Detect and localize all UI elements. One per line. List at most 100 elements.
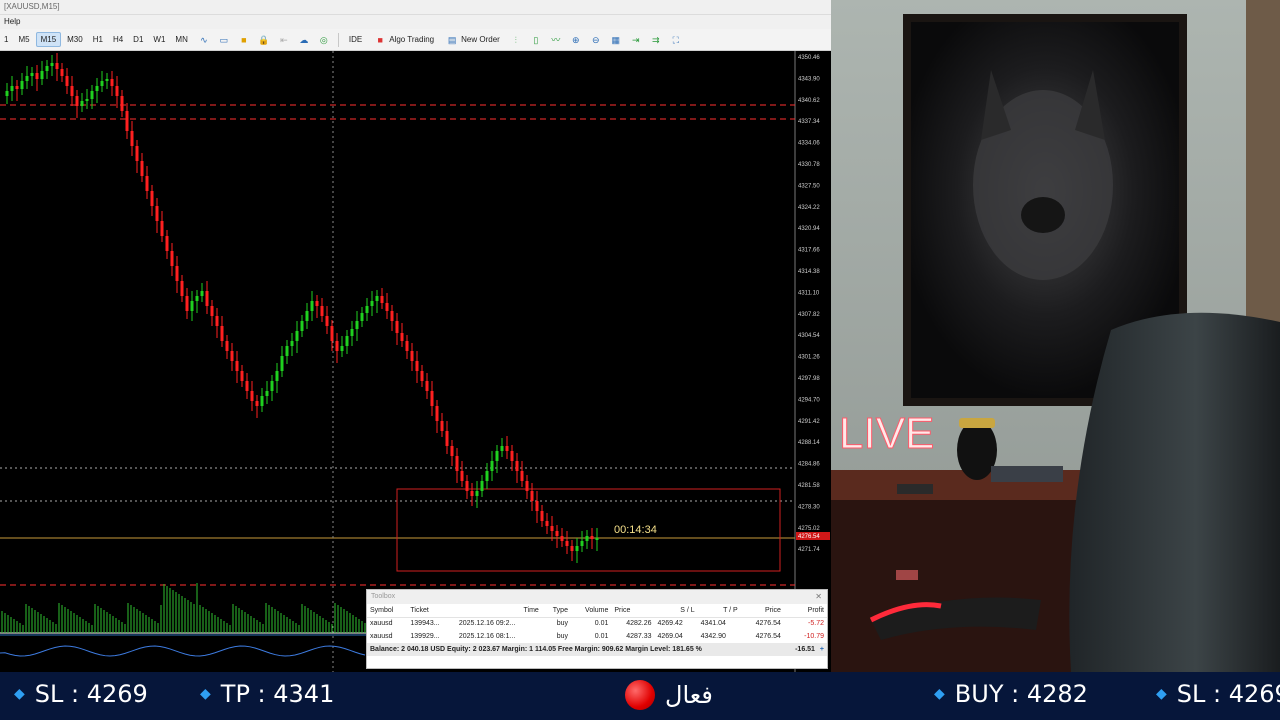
col-time[interactable]: Time: [455, 604, 542, 618]
zoom-in-icon[interactable]: ⊕: [570, 34, 582, 46]
indicators-icon[interactable]: ∿: [198, 34, 210, 46]
lock-icon[interactable]: 🔒: [258, 34, 270, 46]
candle-body: [415, 361, 419, 371]
toolbox-title: Toolbox: [371, 593, 396, 600]
candle-body: [475, 491, 479, 496]
autoscroll-icon[interactable]: ⇤: [278, 34, 290, 46]
timeframe-h1[interactable]: H1: [89, 33, 107, 46]
signals-icon[interactable]: ◎: [318, 34, 330, 46]
close-icon[interactable]: ✕: [815, 592, 822, 601]
price-tick-label: 4307.82: [798, 312, 820, 318]
col-symbol[interactable]: Symbol: [367, 604, 408, 618]
candle-body: [585, 536, 589, 541]
row-sl[interactable]: 4269.04: [655, 630, 698, 643]
col-profit[interactable]: Profit: [783, 604, 827, 618]
timeframe-h4[interactable]: H4: [109, 33, 127, 46]
price-tick-label: 4340.62: [798, 98, 820, 104]
objects-icon[interactable]: ▭: [218, 34, 230, 46]
timeframe-m5[interactable]: M5: [14, 33, 33, 46]
candle-body: [300, 321, 304, 331]
price-tick-label: 4288.14: [798, 440, 820, 446]
cloud-icon[interactable]: ☁: [298, 34, 310, 46]
row-current-price: 4276.54: [755, 620, 781, 628]
price-tick-label: 4320.94: [798, 226, 820, 232]
candle-body: [225, 341, 229, 351]
col-price[interactable]: Price: [611, 604, 655, 618]
ticker-sl-1: ◆ SL : 4269: [14, 680, 148, 708]
candle-body: [575, 546, 579, 551]
col-ticket[interactable]: Ticket: [407, 604, 456, 618]
ticker-status-text: فعال: [665, 681, 713, 709]
screenshot-icon[interactable]: ⛶: [670, 34, 682, 46]
candle-body: [365, 306, 369, 313]
col-current-price[interactable]: Price: [740, 604, 784, 618]
neon-live-sign: LIVE: [839, 409, 934, 458]
row-tp[interactable]: 4341.04: [698, 617, 741, 630]
candle-body: [85, 99, 89, 101]
templates-icon[interactable]: ■: [238, 34, 250, 46]
price-chart[interactable]: 4350.46 4343.90 4340.62 4337.34 4334.06 4330.…: [0, 51, 831, 672]
candle-body: [40, 71, 44, 79]
row-volume: 0.01: [594, 633, 609, 640]
candle-body: [395, 321, 399, 333]
current-price-label: 4276.54: [798, 534, 820, 540]
price-tick-label: 4291.42: [798, 419, 820, 425]
timeframe-d1[interactable]: D1: [129, 33, 147, 46]
candlestick-icon[interactable]: ▯: [530, 34, 542, 46]
ide-button[interactable]: IDE: [343, 33, 368, 46]
menu-help[interactable]: Help: [4, 17, 20, 26]
chart-shift-icon[interactable]: ⇥: [630, 34, 642, 46]
candle-body: [400, 333, 404, 341]
col-tp[interactable]: T / P: [697, 604, 741, 618]
timeframe-1[interactable]: 1: [0, 33, 12, 46]
price-tick-label: 4327.50: [798, 183, 820, 189]
candle-body: [200, 291, 204, 296]
timeframe-w1[interactable]: W1: [149, 33, 169, 46]
table-row[interactable]: xauusd 139943... 2025.12.16 09:2... buy …: [367, 617, 827, 630]
timeframe-mn[interactable]: MN: [171, 33, 191, 46]
line-chart-icon[interactable]: 〰: [550, 34, 562, 46]
col-sl[interactable]: S / L: [654, 604, 698, 618]
candle-body: [205, 291, 209, 306]
algo-trading-button[interactable]: ■ Algo Trading: [368, 32, 440, 48]
toolbox-panel: Toolbox ✕ Symbol Ticket Time Type Volume…: [366, 589, 828, 669]
candle-body: [555, 531, 559, 536]
table-row[interactable]: xauusd 139929... 2025.12.16 08:1... buy …: [367, 630, 827, 643]
candle-body: [35, 73, 39, 79]
timeframe-m15[interactable]: M15: [35, 32, 62, 47]
candle-body: [160, 221, 164, 236]
row-tp[interactable]: 4342.90: [698, 630, 741, 643]
chart-autoscroll-icon[interactable]: ⇉: [650, 34, 662, 46]
candle-body: [215, 316, 219, 326]
grid-icon[interactable]: ▦: [610, 34, 622, 46]
zoom-out-icon[interactable]: ⊖: [590, 34, 602, 46]
candle-body: [350, 329, 354, 336]
ide-label: IDE: [348, 35, 363, 44]
candle-body: [495, 451, 499, 461]
timeframe-m30[interactable]: M30: [63, 33, 87, 46]
candle-body: [195, 296, 199, 301]
balance-line: Balance: 2 040.18 USD Equity: 2 023.67 M…: [370, 646, 702, 653]
col-type[interactable]: Type: [541, 604, 571, 618]
price-tick-label: 4284.86: [798, 462, 820, 468]
new-order-button[interactable]: ▤ New Order: [440, 32, 506, 48]
candle-body: [325, 316, 329, 326]
row-price: 4282.26: [626, 620, 652, 628]
candle-body: [450, 446, 454, 456]
candle-body: [20, 81, 24, 89]
price-tick-label: 4275.02: [798, 526, 820, 532]
candle-body: [50, 63, 54, 66]
price-tick-label: 4334.06: [798, 141, 820, 147]
candle-body: [595, 538, 599, 540]
row-symbol: xauusd: [370, 620, 393, 628]
col-volume[interactable]: Volume: [570, 604, 612, 618]
plus-icon[interactable]: +: [820, 646, 824, 653]
row-profit: -5.72: [808, 620, 824, 628]
row-sl[interactable]: 4269.42: [655, 617, 698, 630]
price-tick-label: 4317.66: [798, 248, 820, 254]
price-tick-label: 4294.70: [798, 397, 820, 403]
diamond-icon: ◆: [200, 686, 211, 702]
bar-chart-icon[interactable]: ⫶: [510, 34, 522, 46]
trading-terminal: [XAUUSD,M15] Help 1 M5 M15 M30 H1 H4 D1 …: [0, 0, 831, 672]
candle-body: [230, 351, 234, 361]
